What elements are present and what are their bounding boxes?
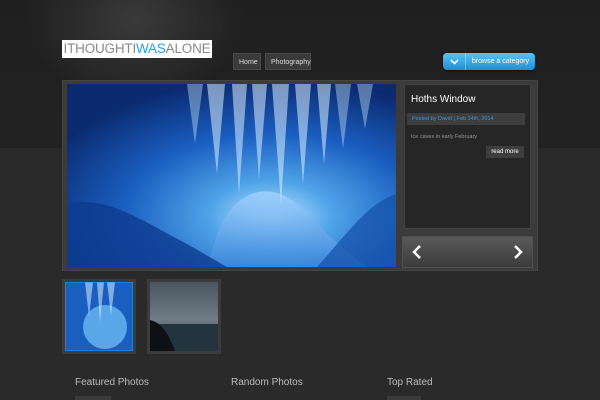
slide-image[interactable] bbox=[67, 84, 396, 267]
random-photos-heading: Random Photos bbox=[231, 377, 303, 388]
section-underline bbox=[75, 396, 111, 400]
slide-meta: Posted by David | Feb 14th, 2014 bbox=[407, 113, 525, 125]
arrow-left-icon[interactable] bbox=[409, 244, 425, 260]
slide-title[interactable]: Hoths Window bbox=[411, 94, 475, 105]
featured-photos-heading: Featured Photos bbox=[75, 377, 149, 388]
section-underline bbox=[387, 396, 421, 400]
nav-item-photography[interactable]: Photography bbox=[265, 53, 311, 70]
logo-text-part-1: ITHOUGHTI bbox=[63, 41, 137, 56]
logo-text-part-3: ALONE bbox=[165, 41, 211, 56]
ice-cave-photo bbox=[67, 84, 396, 267]
read-more-button[interactable]: read more bbox=[486, 146, 524, 158]
browse-category-label: browse a category bbox=[471, 58, 530, 65]
top-rated-heading: Top Rated bbox=[387, 377, 433, 388]
slide-thumbnail-1[interactable] bbox=[62, 279, 136, 354]
slide-thumbnail-2[interactable] bbox=[147, 279, 221, 354]
nav-item-home[interactable]: Home bbox=[233, 53, 261, 70]
site-logo[interactable]: ITHOUGHTI WAS ALONE bbox=[62, 40, 212, 58]
chevron-down-icon bbox=[443, 53, 466, 70]
slide-caption: Ice caves in early February bbox=[411, 134, 478, 140]
browse-category-button[interactable]: browse a category bbox=[443, 53, 535, 70]
arrow-right-icon[interactable] bbox=[510, 244, 526, 260]
logo-text-part-2: WAS bbox=[136, 41, 166, 56]
